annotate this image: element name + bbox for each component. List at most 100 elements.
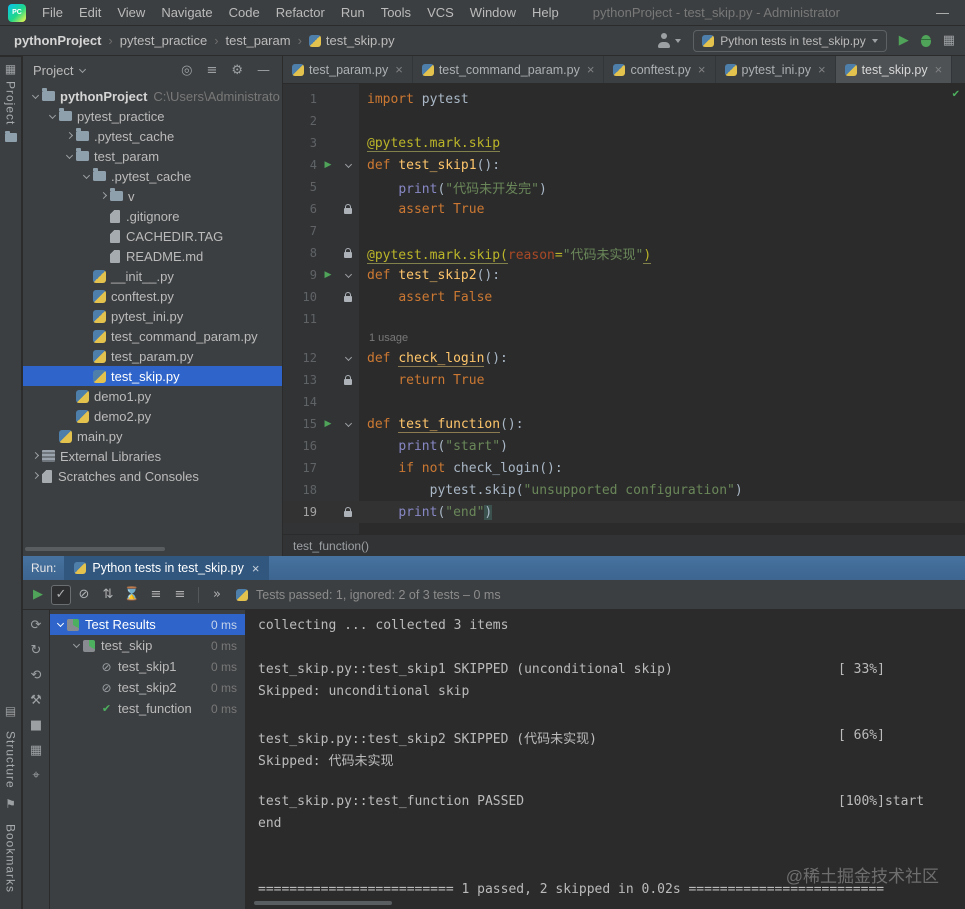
menu-item-vcs[interactable]: VCS [419, 5, 462, 20]
layout-icon[interactable]: ▦ [30, 743, 42, 758]
rerun-icon[interactable]: ⟳ [31, 618, 42, 633]
editor-tab[interactable]: test_skip.py × [835, 56, 953, 83]
chevron-down-icon[interactable] [31, 91, 40, 99]
bookmarks-toolwindow-button[interactable]: Bookmarks [4, 824, 18, 893]
project-tree-item[interactable]: .pytest_cache [23, 166, 282, 186]
show-passed-toggle[interactable]: ✓ [51, 584, 71, 605]
test-tree-item[interactable]: ✔ test_function 0 ms [50, 698, 245, 719]
project-tree-item[interactable]: v [23, 186, 282, 206]
project-tree-item[interactable]: pytest_ini.py [23, 306, 282, 326]
project-tree-item[interactable]: __init__.py [23, 266, 282, 286]
project-tree-item[interactable]: .pytest_cache [23, 126, 282, 146]
chevron-right-icon[interactable] [31, 451, 40, 459]
run-test-icon[interactable]: ▶ [325, 160, 332, 170]
expand-all-icon[interactable]: ≡ [145, 584, 167, 606]
more-actions-button[interactable]: ▦ [943, 33, 955, 48]
rerun-failed-icon[interactable]: ↻ [31, 643, 42, 658]
stop-icon[interactable]: ■ [30, 718, 42, 733]
project-tree-item[interactable]: .gitignore [23, 206, 282, 226]
rerun-tests-icon[interactable]: ▶ [27, 584, 49, 606]
fold-icon[interactable] [344, 353, 352, 361]
run-configuration-select[interactable]: Python tests in test_skip.py [693, 29, 887, 52]
project-tree-item[interactable]: pytest_practice [23, 106, 282, 126]
chevron-right-icon[interactable] [65, 131, 74, 139]
run-button[interactable]: ▶ [899, 33, 909, 48]
sort-alphabetically-icon[interactable]: ⇅ [97, 584, 119, 606]
editor-breadcrumb-bar[interactable]: test_function() [283, 534, 965, 556]
chevron-down-icon[interactable] [82, 171, 91, 179]
pin-icon[interactable]: ⌖ [32, 768, 39, 783]
test-tree-item[interactable]: ⊘ test_skip2 0 ms [50, 677, 245, 698]
editor-tab[interactable]: pytest_ini.py × [716, 56, 836, 83]
show-ignored-toggle[interactable]: ⊘ [73, 584, 95, 606]
menu-item-file[interactable]: File [34, 5, 71, 20]
menu-item-edit[interactable]: Edit [71, 5, 109, 20]
editor-tab[interactable]: test_param.py × [283, 56, 413, 83]
editor-breadcrumb[interactable]: test_function() [293, 539, 369, 553]
menu-item-window[interactable]: Window [462, 5, 524, 20]
test-tree-item[interactable]: test_skip 0 ms [50, 635, 245, 656]
test-tree-item[interactable]: Test Results 0 ms [50, 614, 245, 635]
breadcrumb-item[interactable]: test_param [226, 33, 291, 48]
test-console[interactable]: collecting ... collected 3 items test_ski… [246, 610, 965, 909]
run-test-icon[interactable]: ▶ [325, 419, 332, 429]
horizontal-scrollbar[interactable] [25, 547, 165, 551]
collapse-all-icon[interactable]: ≡ [206, 63, 217, 78]
sort-by-duration-icon[interactable]: ⌛ [121, 584, 143, 606]
project-tree-item[interactable]: CACHEDIR.TAG [23, 226, 282, 246]
chevron-down-icon[interactable] [56, 619, 65, 628]
run-test-icon[interactable]: ▶ [325, 270, 332, 280]
collapse-all-icon[interactable]: ≡ [169, 584, 191, 606]
debug-button[interactable] [920, 34, 931, 47]
menu-item-refactor[interactable]: Refactor [268, 5, 333, 20]
settings-gear-icon[interactable]: ⚙ [231, 63, 243, 78]
menu-item-code[interactable]: Code [221, 5, 268, 20]
project-tree-item[interactable]: test_command_param.py [23, 326, 282, 346]
close-tab-icon[interactable]: × [587, 62, 595, 77]
more-options-icon[interactable]: » [206, 584, 228, 606]
chevron-right-icon[interactable] [31, 471, 40, 479]
project-tree-item[interactable]: demo1.py [23, 386, 282, 406]
chevron-down-icon[interactable] [72, 640, 81, 649]
fold-icon[interactable] [344, 160, 352, 168]
usage-inlay[interactable]: 1 usage [283, 330, 965, 347]
structure-toolwindow-button[interactable]: Structure [4, 731, 18, 789]
user-menu-button[interactable] [656, 33, 682, 48]
hide-panel-icon[interactable]: — [257, 63, 270, 78]
horizontal-scrollbar[interactable] [254, 901, 392, 905]
menu-item-run[interactable]: Run [333, 5, 373, 20]
menu-item-tools[interactable]: Tools [373, 5, 419, 20]
minimize-button[interactable]: — [936, 5, 949, 20]
close-tab-icon[interactable]: × [818, 62, 826, 77]
project-tree-item[interactable]: test_param.py [23, 346, 282, 366]
menu-item-view[interactable]: View [109, 5, 153, 20]
close-tab-icon[interactable]: × [935, 62, 943, 77]
project-tree-item[interactable]: conftest.py [23, 286, 282, 306]
close-icon[interactable]: × [252, 561, 260, 576]
project-tree-item[interactable]: test_skip.py [23, 366, 282, 386]
project-tree-item[interactable]: demo2.py [23, 406, 282, 426]
chevron-right-icon[interactable] [99, 191, 108, 199]
run-tab[interactable]: Python tests in test_skip.py × [64, 556, 270, 580]
close-tab-icon[interactable]: × [698, 62, 706, 77]
project-tree-item[interactable]: README.md [23, 246, 282, 266]
fold-icon[interactable] [344, 270, 352, 278]
project-panel-title[interactable]: Project [33, 63, 73, 78]
project-tree-item[interactable]: Scratches and Consoles [23, 466, 282, 486]
breadcrumb-item[interactable]: pythonProject [14, 33, 101, 48]
test-tree-item[interactable]: ⊘ test_skip1 0 ms [50, 656, 245, 677]
chevron-down-icon[interactable] [48, 111, 57, 119]
close-tab-icon[interactable]: × [395, 62, 403, 77]
project-tree-item[interactable]: pythonProject C:\Users\Administrato [23, 86, 282, 106]
breadcrumb-item[interactable]: test_skip.py [326, 33, 395, 48]
locate-file-icon[interactable]: ◎ [181, 63, 192, 78]
project-tree-item[interactable]: External Libraries [23, 446, 282, 466]
test-settings-icon[interactable]: ⚒ [30, 693, 42, 708]
project-tree-item[interactable]: main.py [23, 426, 282, 446]
breadcrumb-item[interactable]: pytest_practice [120, 33, 207, 48]
menu-item-navigate[interactable]: Navigate [153, 5, 220, 20]
auto-test-icon[interactable]: ⟲ [31, 668, 42, 683]
project-tree-item[interactable]: test_param [23, 146, 282, 166]
code-editor[interactable]: 1 import pytest 2 3 @pytest.mark.skip 4 ▶ def t… [283, 84, 965, 534]
chevron-down-icon[interactable] [65, 151, 74, 159]
